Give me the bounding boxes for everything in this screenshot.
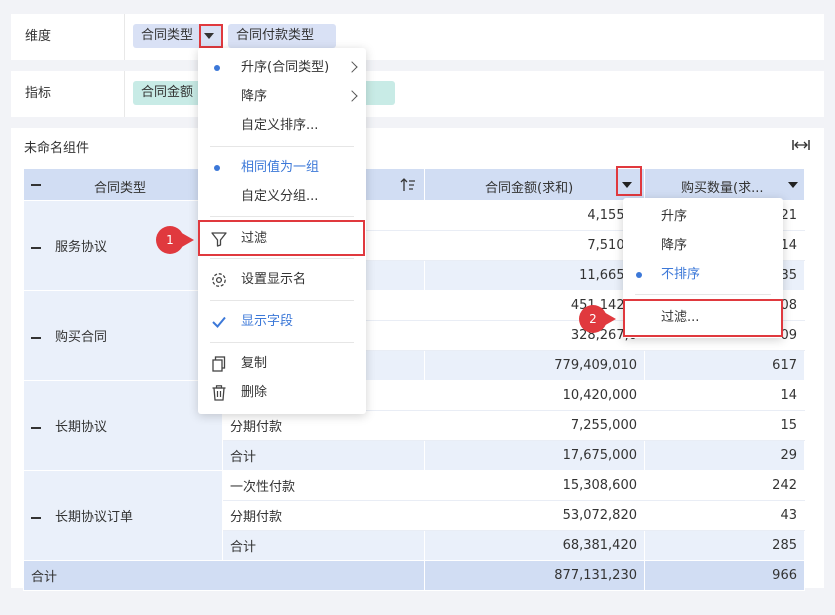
chip-contract-type-label: 合同类型 xyxy=(141,28,194,43)
collapse-icon[interactable] xyxy=(31,513,41,523)
indicator-panel: 指标 合同金额 ) xyxy=(11,71,824,117)
expand-width-icon[interactable] xyxy=(792,139,810,151)
grand-total-row: 合计 877,131,230 966 xyxy=(23,560,805,591)
table-row: 长期协议订单 一次性付款 15,308,600 242 xyxy=(23,470,805,561)
menu-item-desc[interactable]: 降序 xyxy=(198,83,366,111)
menu-item-display-name[interactable]: 设置显示名 xyxy=(198,266,366,294)
gear-icon xyxy=(212,273,226,287)
highlight-caret-2 xyxy=(616,166,642,196)
menu2-item-none[interactable]: 不排序 xyxy=(623,261,783,289)
header-purchase-qty[interactable]: 购买数量(求... xyxy=(644,168,805,201)
menu-item-custom-group[interactable]: 自定义分组... xyxy=(198,183,366,211)
chip-payment-type[interactable]: 合同付款类型 xyxy=(228,24,337,48)
collapse-icon[interactable] xyxy=(31,243,41,253)
chevron-right-icon xyxy=(346,61,358,73)
step-badge-1: 1 xyxy=(156,226,184,254)
step-badge-2: 2 xyxy=(579,305,607,333)
component-title: 未命名组件 xyxy=(24,141,90,156)
highlight-filter-item-1 xyxy=(198,220,365,256)
dimension-panel: 维度 合同类型 合同付款类型 xyxy=(11,14,824,60)
dimension-label: 维度 xyxy=(25,14,125,60)
chevron-right-icon xyxy=(346,90,358,102)
sort-icon[interactable] xyxy=(400,177,416,193)
menu-item-asc[interactable]: 升序(合同类型) xyxy=(198,54,366,82)
table-header-row: 合同类型 合同金额(求和) 购买数量(求... xyxy=(23,168,805,201)
copy-icon xyxy=(212,356,226,372)
menu-item-copy[interactable]: 复制 xyxy=(198,350,366,378)
chip-contract-amount-label: 合同金额 xyxy=(141,85,194,100)
menu-item-delete[interactable]: 删除 xyxy=(198,379,366,407)
collapse-icon[interactable] xyxy=(31,180,41,190)
indicator-label: 指标 xyxy=(25,71,125,117)
check-icon xyxy=(212,316,226,328)
menu2-item-desc[interactable]: 降序 xyxy=(623,232,783,260)
table-component: 未命名组件 合同类型 合同金额(求和) 购买数量(求... 服务协议 4,155… xyxy=(11,128,824,591)
menu-item-custom-sort[interactable]: 自定义排序... xyxy=(198,112,366,140)
collapse-icon[interactable] xyxy=(31,333,41,343)
highlight-caret-1 xyxy=(199,24,223,48)
menu-item-show-field[interactable]: 显示字段 xyxy=(198,308,366,336)
trash-icon xyxy=(212,385,226,401)
table-row: 长期协议 10,420,000 14 xyxy=(23,380,805,471)
header-contract-amount[interactable]: 合同金额(求和) xyxy=(424,168,645,201)
group-cell[interactable]: 长期协议订单 xyxy=(23,470,223,561)
group-cell[interactable]: 购买合同 xyxy=(23,290,223,381)
header-contract-type[interactable]: 合同类型 xyxy=(23,168,223,201)
highlight-filter-item-2 xyxy=(623,299,783,337)
chevron-down-icon[interactable] xyxy=(788,182,798,188)
group-cell[interactable]: 长期协议 xyxy=(23,380,223,471)
collapse-icon[interactable] xyxy=(31,423,41,433)
menu2-item-asc[interactable]: 升序 xyxy=(623,203,783,231)
menu-item-same-group[interactable]: 相同值为一组 xyxy=(198,154,366,182)
chip-payment-type-label: 合同付款类型 xyxy=(236,28,315,43)
